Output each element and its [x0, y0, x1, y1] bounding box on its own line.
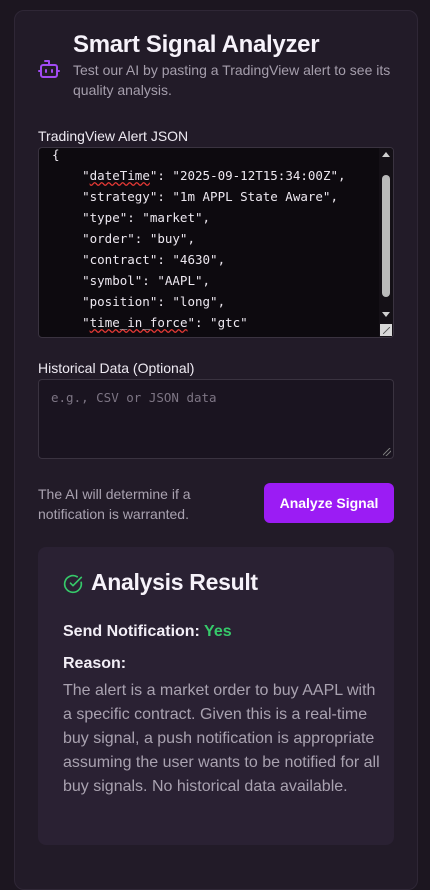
alert-json-textarea[interactable]: { "dateTime": "2025-09-12T15:34:00Z", "s… — [38, 147, 394, 338]
resize-grip-icon[interactable] — [380, 324, 392, 336]
scroll-up-icon[interactable] — [382, 152, 390, 157]
scrollbar[interactable] — [379, 148, 393, 337]
json-line: "symbol": "AAPL", — [52, 273, 211, 288]
resize-grip-icon[interactable] — [383, 448, 391, 456]
historical-data-container — [38, 379, 394, 459]
json-line: "contract": "4630", — [52, 252, 226, 267]
alert-json-label: TradingView Alert JSON — [38, 128, 189, 144]
json-line: "order": "buy", — [52, 231, 195, 246]
json-key-datetime: dateTime — [89, 168, 150, 183]
page-title: Smart Signal Analyzer — [73, 31, 320, 58]
json-line: } — [52, 336, 60, 337]
json-line: { — [52, 147, 60, 162]
alert-json-content[interactable]: { "dateTime": "2025-09-12T15:34:00Z", "s… — [52, 147, 346, 337]
reason-label: Reason: — [63, 655, 127, 672]
json-key-time-in-force: time_in_force — [89, 315, 188, 330]
historical-data-label: Historical Data (Optional) — [38, 360, 195, 376]
send-notification-row: Send Notification: Yes — [63, 623, 232, 641]
check-circle-icon — [63, 574, 83, 594]
scrollbar-thumb[interactable] — [382, 175, 390, 297]
result-title: Analysis Result — [91, 569, 258, 595]
json-line: "strategy": "1m APPL State Aware", — [52, 189, 338, 204]
robot-icon — [38, 60, 60, 78]
send-notification-value: Yes — [204, 623, 232, 640]
analyze-signal-button[interactable]: Analyze Signal — [264, 483, 394, 523]
scroll-down-icon[interactable] — [382, 312, 390, 317]
json-line: "position": "long", — [52, 294, 226, 309]
send-notification-label: Send Notification: — [63, 623, 200, 640]
json-line: "type": "market", — [52, 210, 211, 225]
ai-note: The AI will determine if a notification … — [38, 486, 191, 522]
historical-data-input[interactable] — [39, 380, 393, 458]
reason-text: The alert is a market order to buy AAPL … — [63, 682, 380, 795]
page-subtitle: Test our AI by pasting a TradingView ale… — [73, 62, 391, 98]
